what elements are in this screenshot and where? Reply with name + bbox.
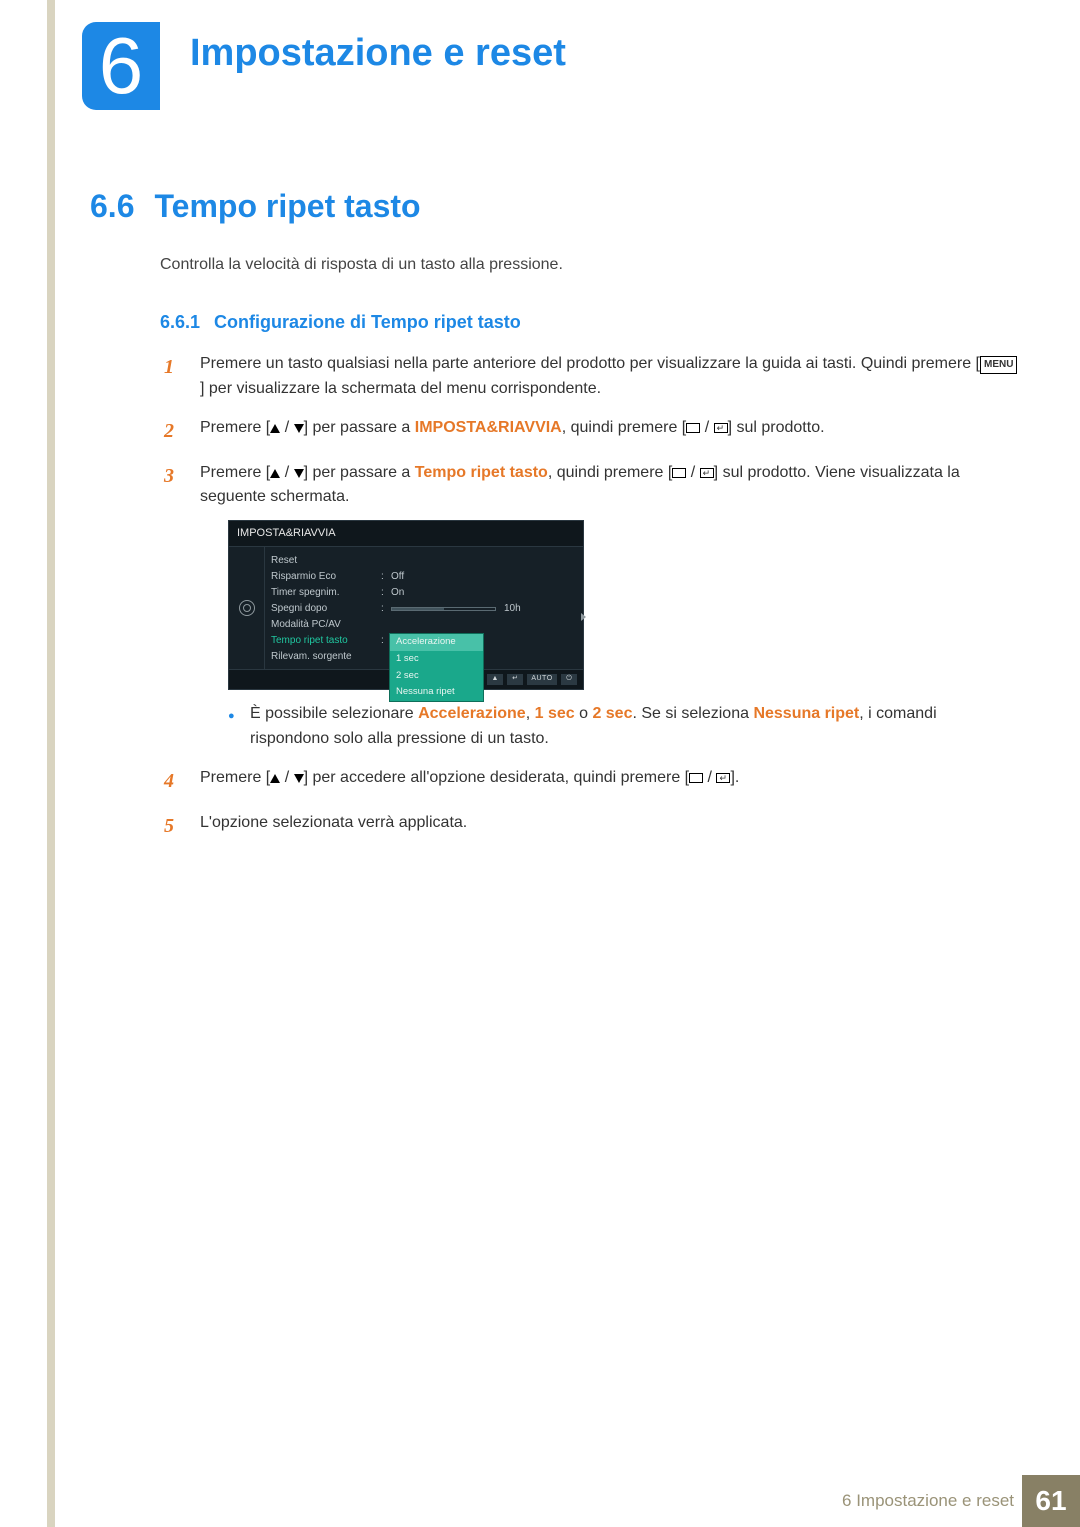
bullet-note: ● È possibile selezionare Accelerazione,… xyxy=(228,702,1020,752)
osd-nav-auto: AUTO xyxy=(527,674,557,685)
rect-icon xyxy=(672,468,686,478)
section-description: Controlla la velocità di risposta di un … xyxy=(160,256,563,274)
osd-right-column: Reset Risparmio Eco:Off Timer spegnim.:O… xyxy=(265,547,583,669)
step-body: Premere [ / ] per passare a Tempo ripet … xyxy=(200,461,1020,752)
osd-row-reset: Reset xyxy=(271,553,579,569)
osd-row-pcav: Modalità PC/AV xyxy=(271,617,579,633)
osd-row-eco: Risparmio Eco:Off xyxy=(271,569,579,585)
step-number: 2 xyxy=(164,416,182,447)
subsection-title: Configurazione di Tempo ripet tasto xyxy=(214,312,521,332)
osd-row-spegni: Spegni dopo:10h xyxy=(271,601,579,617)
gear-icon xyxy=(239,600,255,616)
osd-row-timer: Timer spegnim.:On xyxy=(271,585,579,601)
bullet-text: È possibile selezionare Accelerazione, 1… xyxy=(250,702,1020,752)
subsection-number: 6.6.1 xyxy=(160,312,200,332)
step-body: L'opzione selezionata verrà applicata. xyxy=(200,811,1020,842)
osd-menu-screenshot: IMPOSTA&RIAVVIA Reset Risparmio Eco:Off … xyxy=(228,520,584,690)
step-number: 5 xyxy=(164,811,182,842)
rect-icon xyxy=(689,773,703,783)
chapter-title: Impostazione e reset xyxy=(190,32,566,75)
rect-icon xyxy=(686,423,700,433)
osd-option-accelerazione: Accelerazione xyxy=(390,634,483,651)
triangle-down-icon xyxy=(294,424,304,433)
menu-key-icon: MENU xyxy=(980,356,1017,374)
enter-icon xyxy=(700,468,714,478)
subsection-heading: 6.6.1 Configurazione di Tempo ripet tasto xyxy=(160,312,521,333)
chapter-number: 6 xyxy=(99,20,144,112)
bullet-icon: ● xyxy=(228,708,236,752)
osd-title: IMPOSTA&RIAVVIA xyxy=(229,521,583,547)
step-body: Premere [ / ] per passare a IMPOSTA&RIAV… xyxy=(200,416,1020,447)
osd-nav-up-icon: ▲ xyxy=(487,674,503,685)
section-title: Tempo ripet tasto xyxy=(154,188,420,224)
osd-nav-power-icon: ⏻ xyxy=(561,674,577,685)
enter-icon xyxy=(716,773,730,783)
step-body: Premere un tasto qualsiasi nella parte a… xyxy=(200,352,1020,402)
osd-slider xyxy=(391,607,496,611)
footer: 6 Impostazione e reset 61 xyxy=(47,1475,1080,1527)
section-number: 6.6 xyxy=(90,188,134,224)
osd-dropdown-popup: Accelerazione 1 sec 2 sec Nessuna ripet xyxy=(389,633,484,702)
enter-icon xyxy=(714,423,728,433)
osd-option-nessuna: Nessuna ripet xyxy=(390,684,483,701)
step-1: 1 Premere un tasto qualsiasi nella parte… xyxy=(164,352,1020,402)
triangle-down-icon xyxy=(294,469,304,478)
step-number: 4 xyxy=(164,766,182,797)
step-3: 3 Premere [ / ] per passare a Tempo ripe… xyxy=(164,461,1020,752)
triangle-down-icon xyxy=(294,774,304,783)
steps-list: 1 Premere un tasto qualsiasi nella parte… xyxy=(164,352,1020,856)
highlight-term: IMPOSTA&RIAVVIA xyxy=(415,419,562,436)
step-5: 5 L'opzione selezionata verrà applicata. xyxy=(164,811,1020,842)
triangle-up-icon xyxy=(270,469,280,478)
osd-option-2sec: 2 sec xyxy=(390,668,483,685)
step-number: 3 xyxy=(164,461,182,752)
osd-left-column xyxy=(229,547,265,669)
triangle-up-icon xyxy=(270,424,280,433)
step-body: Premere [ / ] per accedere all'opzione d… xyxy=(200,766,1020,797)
left-margin-strip xyxy=(47,0,55,1527)
chevron-right-icon xyxy=(581,613,586,621)
section-heading: 6.6 Tempo ripet tasto xyxy=(90,188,421,225)
page-number: 61 xyxy=(1022,1475,1080,1527)
osd-option-1sec: 1 sec xyxy=(390,651,483,668)
triangle-up-icon xyxy=(270,774,280,783)
footer-label: 6 Impostazione e reset xyxy=(842,1491,1014,1511)
chapter-number-tab: 6 xyxy=(82,22,160,110)
osd-body: Reset Risparmio Eco:Off Timer spegnim.:O… xyxy=(229,547,583,669)
step-number: 1 xyxy=(164,352,182,402)
osd-nav-enter-icon: ↵ xyxy=(507,674,523,685)
highlight-term: Tempo ripet tasto xyxy=(415,464,548,481)
step-2: 2 Premere [ / ] per passare a IMPOSTA&RI… xyxy=(164,416,1020,447)
step-4: 4 Premere [ / ] per accedere all'opzione… xyxy=(164,766,1020,797)
